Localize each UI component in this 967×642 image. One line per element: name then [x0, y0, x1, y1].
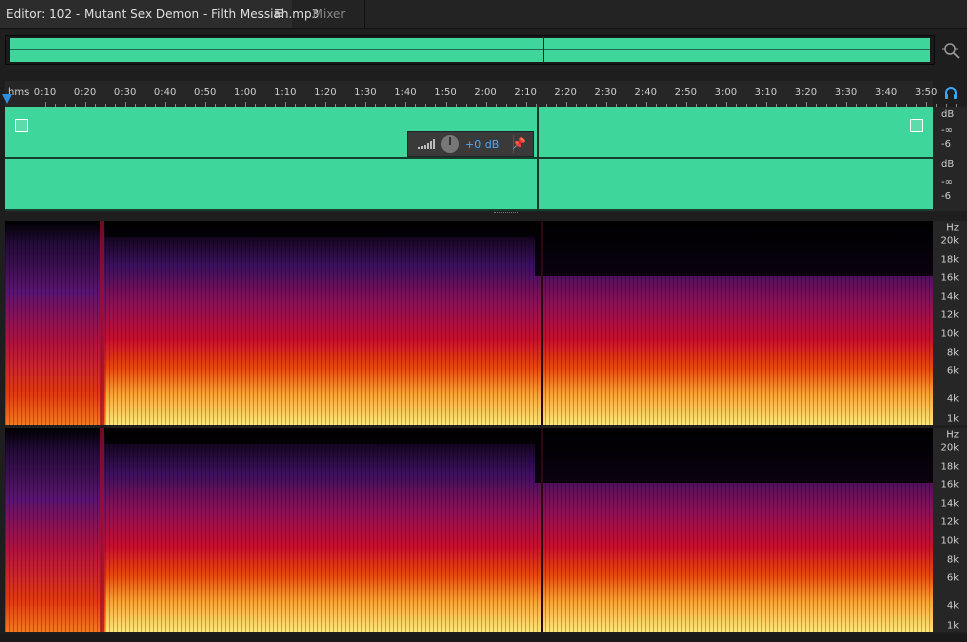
ruler-tick-label: 3:10	[754, 87, 778, 98]
ch1-scale-inf: -∞	[941, 125, 953, 136]
spectrogram-channel-1[interactable]	[5, 221, 933, 425]
ruler-tick-label: 1:30	[354, 87, 377, 98]
frequency-label: 6k	[946, 572, 959, 584]
ruler-tick-label: 0:40	[153, 87, 177, 98]
frequency-label: Hz	[946, 429, 959, 441]
ruler-tick-label: 1:10	[274, 87, 297, 98]
frequency-label: 10k	[940, 328, 959, 340]
waveform-display[interactable]	[5, 107, 933, 211]
time-ruler[interactable]: hms 0:10 0:20 0:30 0:40 0:50 1:00 1:10 1:20 1:30…	[5, 81, 958, 107]
amplitude-scale: dB -∞ -6 dB -∞ -6	[933, 107, 967, 211]
frequency-label: 14k	[940, 291, 959, 302]
menu-icon[interactable]	[274, 8, 284, 18]
frequency-scale-channel-1: Hz 20k 18k 16k 14k 12k 10k 8k 6k 4k 1k	[933, 221, 967, 425]
spectrogram-image	[5, 221, 933, 425]
overview-waveform	[10, 38, 930, 62]
frequency-label: 1k	[946, 413, 959, 425]
frequency-label: 14k	[940, 498, 959, 509]
frequency-label: 18k	[940, 254, 959, 265]
ruler-tick-label: 1:20	[314, 87, 337, 98]
ruler-tick-label: 2:40	[634, 87, 657, 98]
ruler-tick-label: 2:10	[514, 87, 537, 98]
ruler-tick-label: 2:30	[594, 87, 617, 98]
frequency-label: 18k	[940, 461, 959, 472]
fade-out-handle-icon[interactable]	[910, 119, 923, 132]
ruler-tick-label: 1:40	[394, 87, 417, 98]
frequency-label: 8k	[946, 347, 959, 358]
tab-editor-label: Editor: 102 - Mutant Sex Demon - Filth M…	[6, 7, 320, 21]
ch1-scale-unit: dB	[941, 109, 955, 120]
channel-1-waveform-line	[5, 157, 933, 159]
frequency-label: 4k	[946, 393, 959, 405]
ch1-scale-6: -6	[941, 139, 951, 150]
frequency-label: 12k	[940, 309, 959, 321]
fade-in-handle-icon[interactable]	[15, 119, 28, 132]
ruler-tick-label: 3:30	[834, 87, 858, 98]
frequency-label: 12k	[940, 516, 959, 528]
ruler-tick-label: 0:50	[193, 87, 217, 98]
ruler-tick-label: 2:20	[554, 87, 577, 98]
panel-resize-grip[interactable]	[494, 212, 518, 216]
frequency-scale-channel-2: Hz 20k 18k 16k 14k 12k 10k 8k 6k 4k 1k	[933, 428, 967, 632]
ruler-tick-label: 3:00	[714, 87, 738, 98]
ruler-tick-label: 0:10	[33, 87, 57, 98]
frequency-label: 8k	[946, 554, 959, 565]
frequency-label: 10k	[940, 535, 959, 547]
ruler-tick-label: 1:00	[234, 87, 257, 98]
frequency-label: 16k	[940, 272, 959, 284]
overview-playhead	[543, 36, 544, 64]
tab-mixer-label: Mixer	[312, 7, 346, 21]
overview-navigator[interactable]	[5, 35, 935, 65]
ruler-tick-label: 0:30	[113, 87, 137, 98]
tab-editor[interactable]: Editor: 102 - Mutant Sex Demon - Filth M…	[0, 0, 319, 28]
frequency-label: 6k	[946, 365, 959, 377]
ruler-tick-label: 3:40	[874, 87, 898, 98]
spectrogram-image	[5, 428, 933, 632]
ruler-tick-label: 2:00	[474, 87, 497, 98]
frequency-label: 4k	[946, 600, 959, 612]
headphones-icon[interactable]	[944, 86, 958, 100]
ch2-scale-inf: -∞	[941, 177, 953, 188]
spectrogram-channel-2[interactable]	[5, 428, 933, 632]
playhead-marker-icon[interactable]	[2, 94, 12, 104]
frequency-label: 20k	[940, 442, 959, 454]
channel-2-waveform-line	[5, 209, 933, 211]
waveform-playhead	[537, 107, 539, 211]
ch2-scale-6: -6	[941, 191, 951, 202]
volume-value[interactable]: +0 dB	[465, 138, 499, 151]
ruler-tick-label: 2:50	[674, 87, 698, 98]
ruler-tick-label: 3:20	[794, 87, 818, 98]
pin-icon[interactable]: 📌	[512, 137, 526, 150]
frequency-label: 16k	[940, 479, 959, 491]
overview-centerline	[10, 49, 930, 50]
ch2-scale-unit: dB	[941, 159, 955, 170]
bottom-edge	[0, 634, 967, 642]
tab-mixer[interactable]: Mixer	[294, 0, 365, 28]
zoom-selection-icon[interactable]	[941, 40, 961, 60]
frequency-label: Hz	[946, 222, 959, 234]
ruler-tick-label: 3:50	[914, 87, 938, 98]
frequency-label: 1k	[946, 620, 959, 632]
ruler-tick-label: 0:20	[73, 87, 97, 98]
level-meter-icon	[418, 139, 435, 149]
ruler-tick-label: 1:50	[434, 87, 457, 98]
frequency-label: 20k	[940, 235, 959, 247]
volume-hud[interactable]: +0 dB 📌	[407, 131, 534, 157]
volume-knob[interactable]	[441, 135, 459, 153]
